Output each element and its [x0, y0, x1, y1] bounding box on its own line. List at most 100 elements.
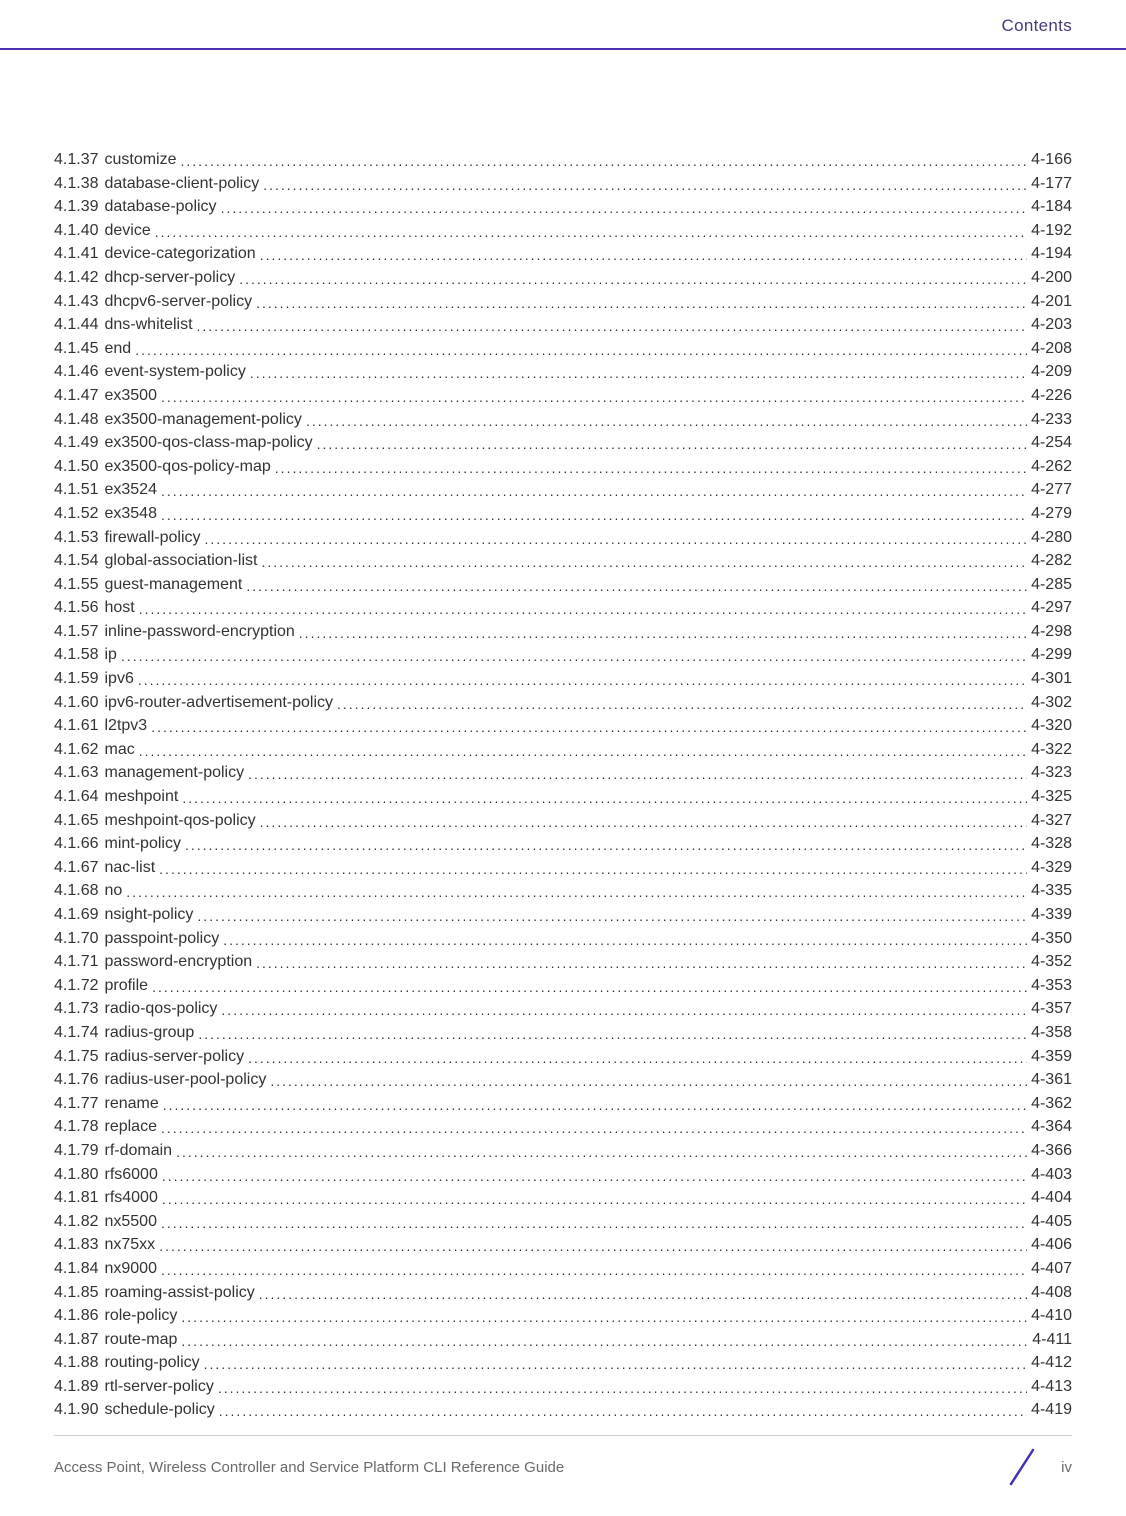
toc-entry-page: 4-285 [1027, 574, 1072, 597]
toc-entry[interactable]: 4.1.86role-policy4-410 [54, 1304, 1072, 1328]
toc-entry[interactable]: 4.1.55guest-management4-285 [54, 573, 1072, 597]
toc-entry[interactable]: 4.1.63management-policy4-323 [54, 761, 1072, 785]
toc-entry[interactable]: 4.1.57inline-password-encryption4-298 [54, 620, 1072, 644]
toc-entry-number: 4.1.62 [54, 739, 104, 762]
toc-entry[interactable]: 4.1.80rfs60004-403 [54, 1163, 1072, 1187]
toc-leader-dots [135, 339, 1027, 362]
toc-entry-page: 4-301 [1027, 668, 1072, 691]
toc-entry[interactable]: 4.1.39database-policy4-184 [54, 195, 1072, 219]
toc-entry[interactable]: 4.1.64meshpoint4-325 [54, 785, 1072, 809]
toc-entry[interactable]: 4.1.90schedule-policy4-419 [54, 1398, 1072, 1422]
toc-entry-number: 4.1.75 [54, 1046, 104, 1069]
toc-entry-number: 4.1.87 [54, 1329, 104, 1352]
toc-leader-dots [246, 575, 1027, 598]
toc-entry[interactable]: 4.1.89rtl-server-policy4-413 [54, 1375, 1072, 1399]
toc-entry[interactable]: 4.1.67nac-list4-329 [54, 856, 1072, 880]
toc-leader-dots [250, 362, 1027, 385]
toc-entry[interactable]: 4.1.43dhcpv6-server-policy4-201 [54, 290, 1072, 314]
toc-entry[interactable]: 4.1.58ip4-299 [54, 643, 1072, 667]
toc-entry[interactable]: 4.1.56host4-297 [54, 596, 1072, 620]
toc-entry[interactable]: 4.1.74radius-group4-358 [54, 1021, 1072, 1045]
toc-entry[interactable]: 4.1.70passpoint-policy4-350 [54, 927, 1072, 951]
toc-entry-page: 4-335 [1027, 880, 1072, 903]
toc-entry-page: 4-282 [1027, 550, 1072, 573]
toc-entry-number: 4.1.48 [54, 409, 104, 432]
toc-entry-title: passpoint-policy [104, 928, 223, 951]
toc-entry[interactable]: 4.1.48ex3500-management-policy4-233 [54, 408, 1072, 432]
toc-entry-title: roaming-assist-policy [104, 1282, 258, 1305]
table-of-contents: 4.1.37customize4-1664.1.38database-clien… [54, 56, 1072, 1422]
toc-entry[interactable]: 4.1.50ex3500-qos-policy-map4-262 [54, 455, 1072, 479]
toc-entry-page: 4-408 [1027, 1282, 1072, 1305]
toc-leader-dots [161, 1117, 1027, 1140]
toc-entry[interactable]: 4.1.42dhcp-server-policy4-200 [54, 266, 1072, 290]
toc-entry-title: replace [104, 1116, 160, 1139]
toc-entry-page: 4-352 [1027, 951, 1072, 974]
toc-entry[interactable]: 4.1.87route-map4-411 [54, 1328, 1072, 1352]
toc-entry-number: 4.1.61 [54, 715, 104, 738]
toc-entry[interactable]: 4.1.52ex35484-279 [54, 502, 1072, 526]
toc-entry[interactable]: 4.1.37customize4-166 [54, 148, 1072, 172]
toc-entry[interactable]: 4.1.60ipv6-router-advertisement-policy4-… [54, 691, 1072, 715]
toc-entry[interactable]: 4.1.78replace4-364 [54, 1115, 1072, 1139]
toc-leader-dots [260, 244, 1027, 267]
toc-leader-dots [197, 905, 1027, 928]
toc-entry[interactable]: 4.1.81rfs40004-404 [54, 1186, 1072, 1210]
toc-entry[interactable]: 4.1.41device-categorization4-194 [54, 242, 1072, 266]
toc-entry-number: 4.1.50 [54, 456, 104, 479]
toc-leader-dots [163, 1094, 1027, 1117]
toc-leader-dots [162, 1188, 1027, 1211]
toc-entry-page: 4-404 [1027, 1187, 1072, 1210]
toc-entry-page: 4-203 [1027, 314, 1072, 337]
toc-leader-dots [152, 976, 1027, 999]
toc-entry[interactable]: 4.1.61l2tpv34-320 [54, 714, 1072, 738]
toc-entry[interactable]: 4.1.84nx90004-407 [54, 1257, 1072, 1281]
toc-entry[interactable]: 4.1.76radius-user-pool-policy4-361 [54, 1068, 1072, 1092]
toc-entry[interactable]: 4.1.69nsight-policy4-339 [54, 903, 1072, 927]
toc-leader-dots [161, 1259, 1027, 1282]
toc-entry[interactable]: 4.1.75radius-server-policy4-359 [54, 1045, 1072, 1069]
toc-entry[interactable]: 4.1.62mac4-322 [54, 738, 1072, 762]
toc-leader-dots [139, 598, 1027, 621]
toc-entry-page: 4-329 [1027, 857, 1072, 880]
toc-entry[interactable]: 4.1.54global-association-list4-282 [54, 549, 1072, 573]
toc-entry[interactable]: 4.1.51ex35244-277 [54, 478, 1072, 502]
toc-entry-number: 4.1.57 [54, 621, 104, 644]
footer-text: Access Point, Wireless Controller and Se… [54, 1459, 564, 1476]
toc-entry[interactable]: 4.1.38database-client-policy4-177 [54, 172, 1072, 196]
toc-entry-title: rf-domain [104, 1140, 176, 1163]
toc-entry-title: route-map [104, 1329, 181, 1352]
toc-leader-dots [159, 858, 1027, 881]
toc-entry[interactable]: 4.1.73radio-qos-policy4-357 [54, 997, 1072, 1021]
toc-entry[interactable]: 4.1.72profile4-353 [54, 974, 1072, 998]
toc-leader-dots [198, 1023, 1027, 1046]
toc-entry[interactable]: 4.1.53firewall-policy4-280 [54, 526, 1072, 550]
toc-entry[interactable]: 4.1.83nx75xx4-406 [54, 1233, 1072, 1257]
toc-entry[interactable]: 4.1.46event-system-policy4-209 [54, 360, 1072, 384]
toc-entry[interactable]: 4.1.47ex35004-226 [54, 384, 1072, 408]
toc-entry[interactable]: 4.1.44dns-whitelist4-203 [54, 313, 1072, 337]
toc-entry[interactable]: 4.1.66mint-policy4-328 [54, 832, 1072, 856]
toc-entry-page: 4-358 [1027, 1022, 1072, 1045]
toc-leader-dots [263, 174, 1027, 197]
toc-entry[interactable]: 4.1.40device4-192 [54, 219, 1072, 243]
toc-entry[interactable]: 4.1.85roaming-assist-policy4-408 [54, 1281, 1072, 1305]
toc-entry-number: 4.1.66 [54, 833, 104, 856]
toc-entry-page: 4-166 [1027, 149, 1072, 172]
toc-entry[interactable]: 4.1.49ex3500-qos-class-map-policy4-254 [54, 431, 1072, 455]
toc-entry-number: 4.1.82 [54, 1211, 104, 1234]
toc-entry[interactable]: 4.1.71password-encryption4-352 [54, 950, 1072, 974]
toc-entry[interactable]: 4.1.77rename4-362 [54, 1092, 1072, 1116]
toc-entry[interactable]: 4.1.65meshpoint-qos-policy4-327 [54, 809, 1072, 833]
toc-entry-title: schedule-policy [104, 1399, 218, 1422]
toc-entry[interactable]: 4.1.88routing-policy4-412 [54, 1351, 1072, 1375]
toc-entry[interactable]: 4.1.82nx55004-405 [54, 1210, 1072, 1234]
toc-entry-number: 4.1.84 [54, 1258, 104, 1281]
toc-entry[interactable]: 4.1.79rf-domain4-366 [54, 1139, 1072, 1163]
toc-entry[interactable]: 4.1.45end4-208 [54, 337, 1072, 361]
toc-entry[interactable]: 4.1.59ipv64-301 [54, 667, 1072, 691]
toc-leader-dots [248, 1047, 1027, 1070]
toc-entry[interactable]: 4.1.68no4-335 [54, 879, 1072, 903]
toc-leader-dots [181, 1330, 1028, 1353]
toc-entry-number: 4.1.46 [54, 361, 104, 384]
